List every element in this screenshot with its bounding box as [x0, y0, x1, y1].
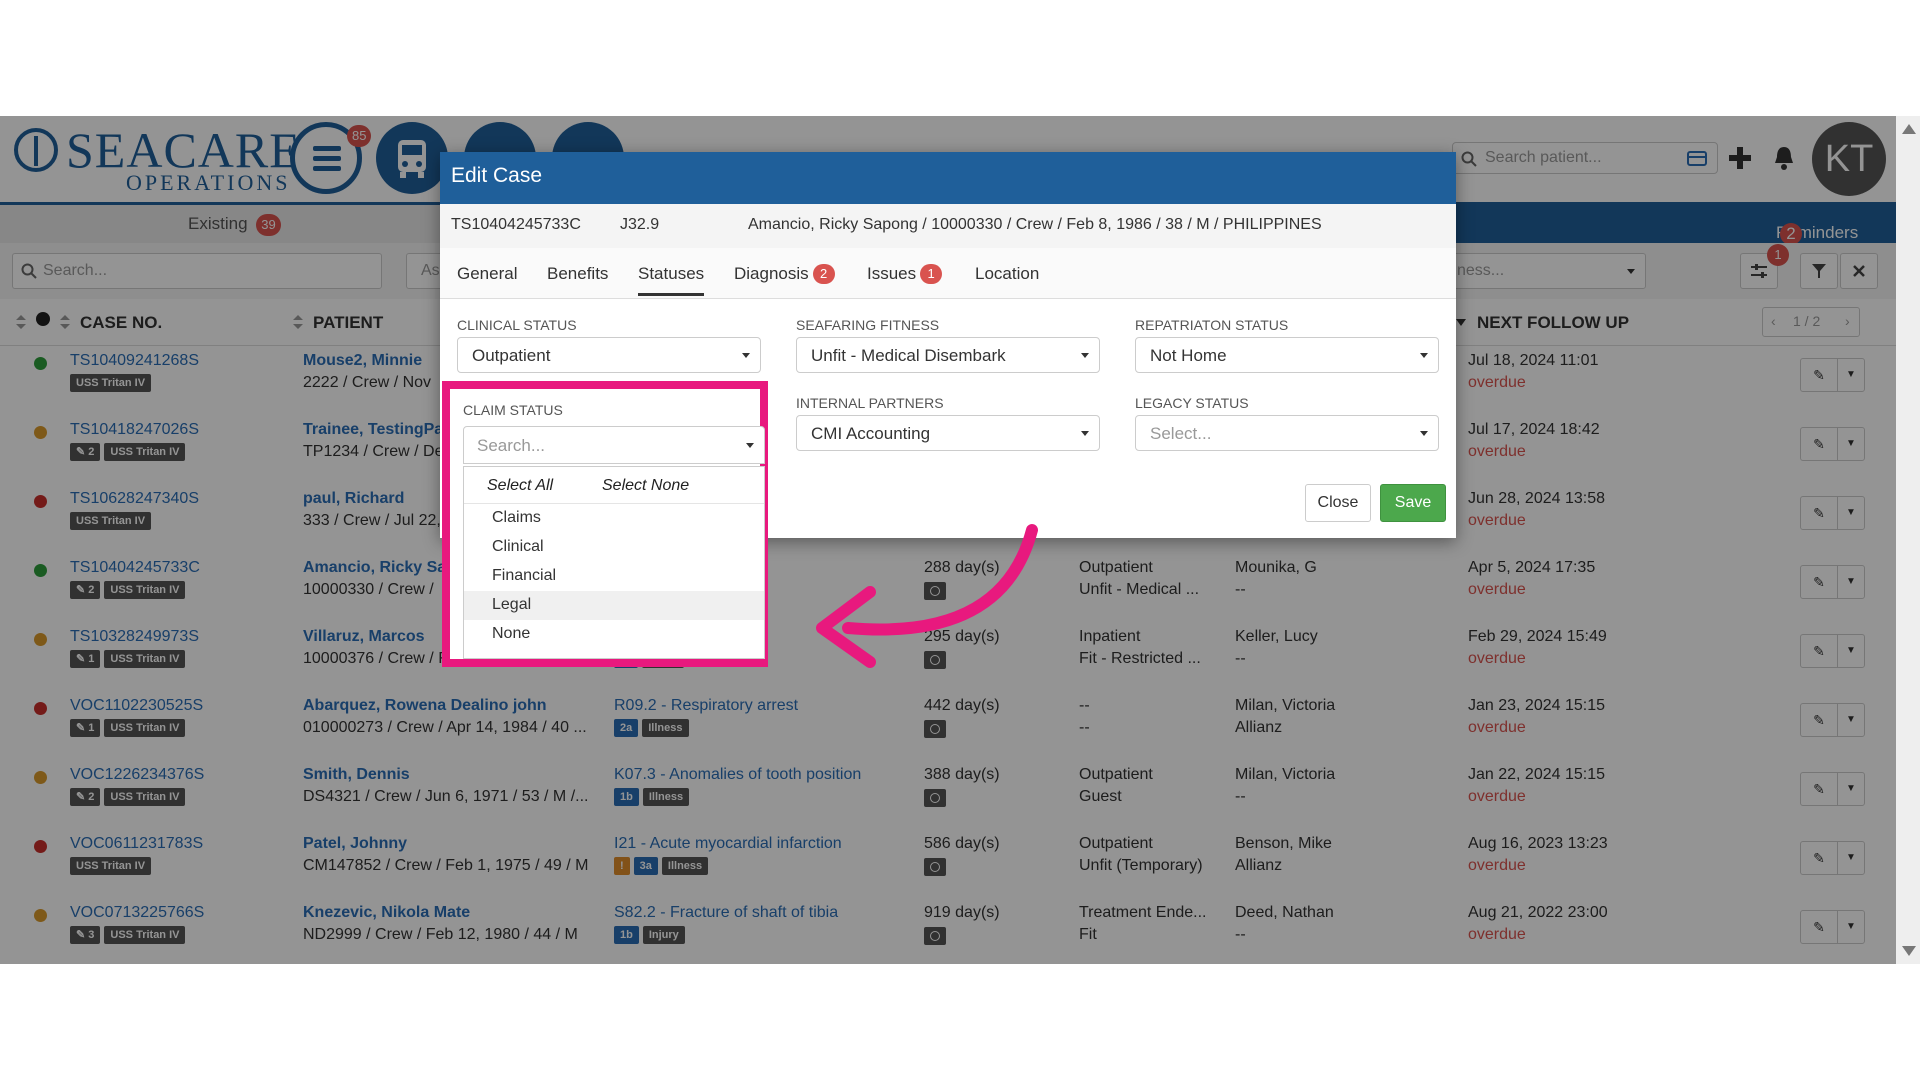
claim-option-label: Clinical [492, 538, 544, 555]
claim-status-label: CLAIM STATUS [463, 402, 563, 418]
claim-option-label: Legal [492, 596, 532, 613]
chevron-down-icon [1420, 431, 1428, 436]
legacy-status-select[interactable]: Select... [1135, 415, 1439, 451]
claim-option-label: Claims [492, 509, 541, 526]
chevron-down-icon [1420, 353, 1428, 358]
seafaring-fitness-value: Unfit - Medical Disembark [811, 346, 1006, 365]
clinical-status-label: CLINICAL STATUS [457, 317, 577, 333]
modal-tabs: General Benefits Statuses Diagnosis 2 Iss… [440, 248, 1456, 299]
modal-case-code: J32.9 [620, 216, 660, 233]
claim-option-label: Financial [492, 567, 557, 584]
tab-general-label: General [457, 264, 518, 283]
issues-count-badge: 1 [920, 264, 943, 284]
page-scrollbar[interactable] [1896, 116, 1920, 964]
select-all-button[interactable]: Select All [487, 477, 553, 495]
tab-location-label: Location [975, 264, 1040, 283]
claim-option-label: None [492, 625, 531, 642]
claim-status-search-input[interactable]: Search... [463, 426, 765, 464]
tab-statuses[interactable]: Statuses [638, 264, 705, 296]
claim-status-bulk-actions: Select All Select None [464, 467, 764, 504]
seafaring-fitness-select[interactable]: Unfit - Medical Disembark [796, 337, 1100, 373]
tab-diagnosis[interactable]: Diagnosis 2 [734, 264, 835, 284]
repatriation-status-label: REPATRIATON STATUS [1135, 317, 1289, 333]
modal-title: Edit Case [451, 164, 543, 187]
claim-status-highlight: CLAIM STATUS Search... Select All Select… [442, 381, 768, 667]
chevron-down-icon [1081, 353, 1089, 358]
repatriation-status-select[interactable]: Not Home [1135, 337, 1439, 373]
tab-location[interactable]: Location [975, 264, 1039, 284]
internal-partners-value: CMI Accounting [811, 424, 931, 443]
tab-issues-label: Issues [867, 264, 917, 283]
internal-partners-select[interactable]: CMI Accounting [796, 415, 1100, 451]
modal-header: Edit Case [440, 152, 1456, 204]
chevron-down-icon [746, 443, 754, 448]
modal-case-id: TS10404245733C [451, 216, 581, 233]
claim-option-financial[interactable]: Financial [464, 562, 764, 591]
scroll-up-icon[interactable] [1902, 124, 1916, 134]
repatriation-status-value: Not Home [1150, 346, 1227, 365]
tab-benefits-label: Benefits [547, 264, 609, 283]
legacy-status-label: LEGACY STATUS [1135, 395, 1249, 411]
diagnosis-count-badge: 2 [812, 264, 835, 284]
annotation-arrow-icon [816, 524, 1038, 668]
seafaring-fitness-label: SEAFARING FITNESS [796, 317, 940, 333]
clinical-status-select[interactable]: Outpatient [457, 337, 761, 373]
claim-option-claims[interactable]: Claims [464, 504, 764, 533]
clinical-status-value: Outpatient [472, 346, 551, 365]
chevron-down-icon [1081, 431, 1089, 436]
modal-patient-line: Amancio, Ricky Sapong / 10000330 / Crew … [748, 216, 1322, 233]
chevron-down-icon [742, 353, 750, 358]
close-button[interactable]: Close [1305, 484, 1371, 522]
tab-diagnosis-label: Diagnosis [734, 264, 809, 283]
claim-option-clinical[interactable]: Clinical [464, 533, 764, 562]
internal-partners-label: INTERNAL PARTNERS [796, 395, 944, 411]
claim-option-none[interactable]: None [464, 620, 764, 649]
save-button[interactable]: Save [1380, 484, 1446, 522]
modal-case-info: TS10404245733C J32.9 Amancio, Ricky Sapo… [440, 204, 1456, 249]
tab-benefits[interactable]: Benefits [547, 264, 608, 284]
claim-option-legal[interactable]: Legal [464, 591, 764, 620]
tab-general[interactable]: General [457, 264, 517, 284]
app-frame: SEACARE OPERATIONS 85 Search patient... … [0, 116, 1920, 964]
tab-issues[interactable]: Issues 1 [867, 264, 943, 284]
claim-status-dropdown: Select All Select None Claims Clinical F… [463, 466, 765, 659]
claim-status-search-placeholder: Search... [477, 436, 546, 455]
tab-statuses-label: Statuses [638, 264, 705, 283]
select-none-button[interactable]: Select None [602, 477, 689, 495]
scroll-down-icon[interactable] [1902, 946, 1916, 956]
legacy-status-placeholder: Select... [1150, 424, 1212, 443]
